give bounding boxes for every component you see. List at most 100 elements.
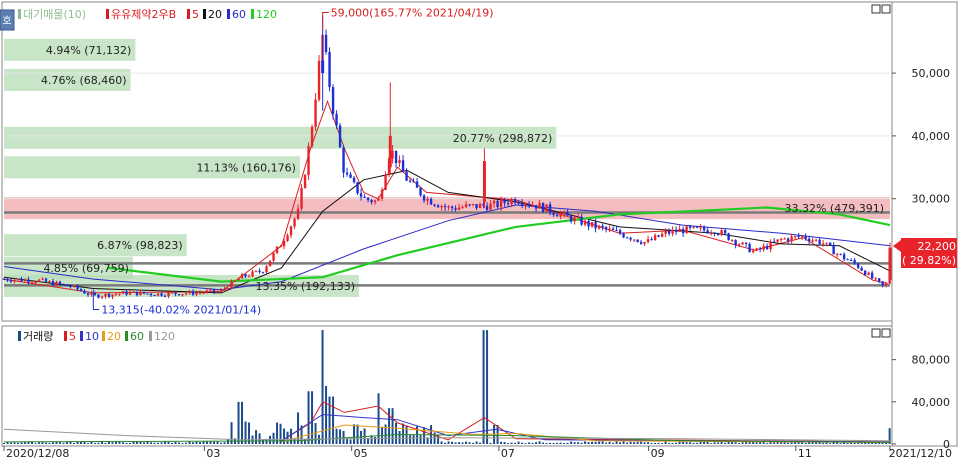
candle-body[interactable]	[328, 52, 331, 88]
candle-body[interactable]	[706, 230, 709, 234]
volume-bar[interactable]	[220, 442, 223, 444]
volume-bar[interactable]	[367, 438, 370, 444]
candle-body[interactable]	[643, 242, 646, 244]
candle-body[interactable]	[797, 236, 800, 238]
candle-body[interactable]	[219, 289, 223, 291]
candle-body[interactable]	[657, 235, 660, 237]
volume-bar[interactable]	[272, 432, 275, 444]
candle-body[interactable]	[405, 171, 408, 181]
candle-body[interactable]	[41, 278, 44, 280]
volume-bar[interactable]	[311, 391, 314, 444]
candle-body[interactable]	[874, 278, 877, 280]
volume-bar[interactable]	[451, 441, 454, 444]
volume-bar[interactable]	[167, 442, 170, 444]
volume-bar[interactable]	[724, 442, 727, 444]
candle-body[interactable]	[408, 180, 412, 182]
candle-body[interactable]	[510, 199, 513, 205]
volume-bar[interactable]	[668, 442, 671, 444]
candle-body[interactable]	[702, 227, 706, 231]
candle-body[interactable]	[356, 182, 359, 194]
candle-body[interactable]	[650, 239, 653, 241]
candle-body[interactable]	[860, 267, 863, 271]
volume-bar[interactable]	[20, 442, 23, 444]
volume-bar[interactable]	[59, 442, 62, 444]
volume-bar[interactable]	[608, 441, 611, 444]
volume-bar[interactable]	[17, 442, 20, 444]
candle-body[interactable]	[678, 228, 681, 233]
stock-chart[interactable]: 4.94% (71,132) 4.76% (68,460) 20.77% (298,…	[0, 0, 958, 460]
candle-body[interactable]	[237, 278, 240, 281]
volume-bar[interactable]	[181, 443, 184, 444]
candle-body[interactable]	[720, 230, 723, 235]
candle-body[interactable]	[258, 270, 261, 273]
candle-body[interactable]	[531, 205, 534, 207]
candle-body[interactable]	[388, 135, 392, 168]
candle-body[interactable]	[286, 235, 289, 241]
candle-body[interactable]	[832, 245, 835, 255]
volume-bar[interactable]	[34, 443, 37, 444]
candle-body[interactable]	[790, 236, 793, 242]
candle-body[interactable]	[20, 278, 23, 282]
candle-body[interactable]	[461, 207, 464, 209]
candle-body[interactable]	[72, 285, 76, 287]
candle-body[interactable]	[296, 208, 300, 219]
candle-body[interactable]	[828, 242, 832, 246]
volume-bar[interactable]	[853, 442, 856, 444]
candle-body[interactable]	[146, 293, 149, 295]
candle-body[interactable]	[800, 235, 804, 237]
volume-bar[interactable]	[622, 441, 625, 444]
candle-body[interactable]	[58, 281, 62, 284]
volume-bar[interactable]	[780, 442, 783, 444]
candle-body[interactable]	[293, 218, 296, 227]
volume-bar[interactable]	[402, 423, 405, 444]
candle-body[interactable]	[499, 199, 503, 208]
candle-body[interactable]	[772, 241, 776, 243]
volume-bar[interactable]	[514, 442, 517, 444]
candle-body[interactable]	[93, 293, 97, 295]
candle-body[interactable]	[744, 242, 748, 244]
volume-bar[interactable]	[587, 442, 590, 444]
candle-body[interactable]	[450, 206, 454, 209]
volume-bar[interactable]	[535, 442, 538, 444]
volume-bar[interactable]	[139, 441, 142, 444]
volume-bar[interactable]	[3, 442, 5, 444]
volume-bar[interactable]	[83, 442, 86, 444]
volume-bar[interactable]	[237, 401, 240, 444]
candle-body[interactable]	[517, 202, 520, 204]
volume-bar[interactable]	[164, 441, 167, 444]
volume-bar[interactable]	[734, 442, 737, 444]
volume-bar[interactable]	[160, 442, 163, 444]
candle-body[interactable]	[27, 279, 30, 283]
candle-body[interactable]	[184, 293, 188, 295]
volume-bar[interactable]	[227, 439, 230, 444]
candle-body[interactable]	[342, 147, 345, 173]
candle-body[interactable]	[226, 288, 230, 290]
volume-bar[interactable]	[661, 443, 664, 444]
volume-bar[interactable]	[178, 442, 181, 444]
candle-body[interactable]	[86, 293, 90, 295]
volume-bar[interactable]	[804, 442, 807, 444]
volume-bar[interactable]	[531, 442, 534, 444]
candle-body[interactable]	[496, 200, 499, 208]
volume-bar[interactable]	[454, 442, 457, 444]
volume-bar[interactable]	[741, 442, 744, 444]
candle-body[interactable]	[436, 205, 440, 208]
candle-body[interactable]	[6, 279, 9, 281]
candle-body[interactable]	[76, 285, 79, 290]
candle-body[interactable]	[149, 293, 153, 296]
volume-bar[interactable]	[150, 442, 153, 444]
candle-body[interactable]	[524, 204, 527, 206]
candle-body[interactable]	[632, 239, 636, 241]
candle-body[interactable]	[2, 279, 6, 281]
volume-bar[interactable]	[640, 441, 643, 444]
candle-body[interactable]	[695, 226, 699, 228]
volume-bar[interactable]	[713, 442, 716, 444]
volume-bar[interactable]	[570, 441, 573, 444]
volume-bar[interactable]	[111, 442, 114, 444]
volume-bar[interactable]	[223, 442, 226, 444]
candle-body[interactable]	[856, 263, 860, 268]
volume-bar[interactable]	[580, 442, 583, 444]
candle-body[interactable]	[429, 198, 433, 205]
volume-bar[interactable]	[626, 442, 629, 444]
volume-bar[interactable]	[360, 430, 363, 444]
